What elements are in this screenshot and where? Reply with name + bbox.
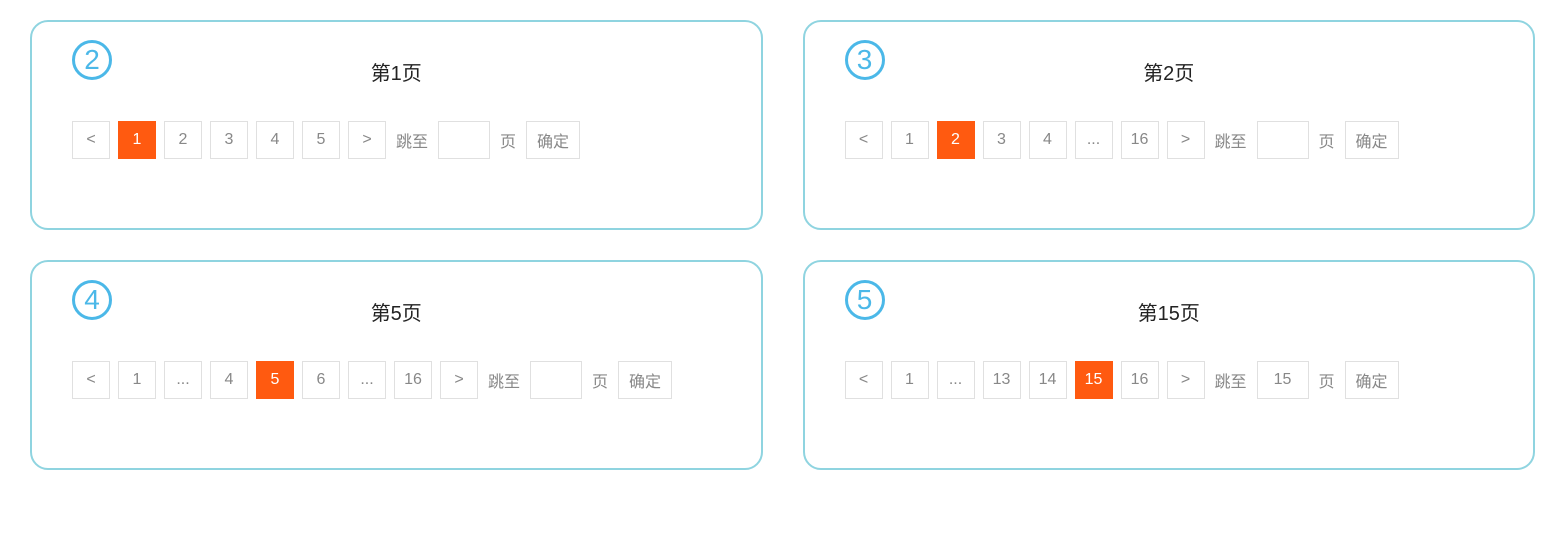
prev-page-button[interactable]: < bbox=[72, 121, 110, 159]
jump-label: 跳至 bbox=[488, 368, 520, 392]
next-page-button[interactable]: > bbox=[1167, 361, 1205, 399]
pagination-panel: 3第2页<1234...16>跳至页确定 bbox=[803, 20, 1536, 230]
pagination-row: <12345> 跳至 页确定 bbox=[62, 121, 731, 159]
prev-page-button[interactable]: < bbox=[845, 121, 883, 159]
confirm-button[interactable]: 确定 bbox=[618, 361, 672, 399]
panel-badge: 2 bbox=[72, 40, 112, 80]
panel-title: 第1页 bbox=[62, 57, 731, 86]
page-button[interactable]: 5 bbox=[256, 361, 294, 399]
page-button[interactable]: 4 bbox=[1029, 121, 1067, 159]
confirm-button[interactable]: 确定 bbox=[1345, 361, 1399, 399]
pagination-row: <1...13141516> 跳至 页确定 bbox=[835, 361, 1504, 399]
pagination-row: <1234...16> 跳至 页确定 bbox=[835, 121, 1504, 159]
jump-label: 跳至 bbox=[1215, 368, 1247, 392]
page-button[interactable]: 2 bbox=[937, 121, 975, 159]
panel-title: 第2页 bbox=[835, 57, 1504, 86]
page-button[interactable]: 1 bbox=[891, 361, 929, 399]
panel-badge: 4 bbox=[72, 280, 112, 320]
jump-label: 跳至 bbox=[1215, 128, 1247, 152]
panel-title: 第15页 bbox=[835, 297, 1504, 326]
page-button[interactable]: 3 bbox=[983, 121, 1021, 159]
jump-page-input[interactable] bbox=[530, 361, 582, 399]
page-button[interactable]: 4 bbox=[256, 121, 294, 159]
next-page-button[interactable]: > bbox=[348, 121, 386, 159]
prev-page-button[interactable]: < bbox=[72, 361, 110, 399]
next-page-button[interactable]: > bbox=[440, 361, 478, 399]
jump-page-input[interactable] bbox=[1257, 361, 1309, 399]
page-ellipsis: ... bbox=[937, 361, 975, 399]
page-button[interactable]: 6 bbox=[302, 361, 340, 399]
confirm-button[interactable]: 确定 bbox=[1345, 121, 1399, 159]
jump-page-input[interactable] bbox=[1257, 121, 1309, 159]
page-button[interactable]: 4 bbox=[210, 361, 248, 399]
page-button[interactable]: 16 bbox=[1121, 361, 1159, 399]
page-button[interactable]: 16 bbox=[394, 361, 432, 399]
page-button[interactable]: 1 bbox=[891, 121, 929, 159]
page-button[interactable]: 1 bbox=[118, 361, 156, 399]
page-button[interactable]: 14 bbox=[1029, 361, 1067, 399]
page-ellipsis: ... bbox=[348, 361, 386, 399]
pagination-panel: 2第1页<12345>跳至页确定 bbox=[30, 20, 763, 230]
next-page-button[interactable]: > bbox=[1167, 121, 1205, 159]
confirm-button[interactable]: 确定 bbox=[526, 121, 580, 159]
prev-page-button[interactable]: < bbox=[845, 361, 883, 399]
page-button[interactable]: 1 bbox=[118, 121, 156, 159]
page-suffix-label: 页 bbox=[1319, 128, 1335, 152]
panel-title: 第5页 bbox=[62, 297, 731, 326]
page-ellipsis: ... bbox=[164, 361, 202, 399]
page-button[interactable]: 15 bbox=[1075, 361, 1113, 399]
jump-label: 跳至 bbox=[396, 128, 428, 152]
pagination-panel: 5第15页 <1...13141516> 跳至 页确定 bbox=[803, 260, 1536, 470]
jump-page-input[interactable] bbox=[438, 121, 490, 159]
page-button[interactable]: 5 bbox=[302, 121, 340, 159]
page-button[interactable]: 2 bbox=[164, 121, 202, 159]
page-suffix-label: 页 bbox=[500, 128, 516, 152]
pagination-panel: 4第5页<1...456...16>跳至页确定 bbox=[30, 260, 763, 470]
page-button[interactable]: 3 bbox=[210, 121, 248, 159]
page-button[interactable]: 16 bbox=[1121, 121, 1159, 159]
page-button[interactable]: 13 bbox=[983, 361, 1021, 399]
page-suffix-label: 页 bbox=[1319, 368, 1335, 392]
page-ellipsis: ... bbox=[1075, 121, 1113, 159]
panel-badge: 5 bbox=[845, 280, 885, 320]
panel-badge: 3 bbox=[845, 40, 885, 80]
pagination-row: <1...456...16>跳至页确定 bbox=[62, 361, 731, 399]
page-suffix-label: 页 bbox=[592, 368, 608, 392]
